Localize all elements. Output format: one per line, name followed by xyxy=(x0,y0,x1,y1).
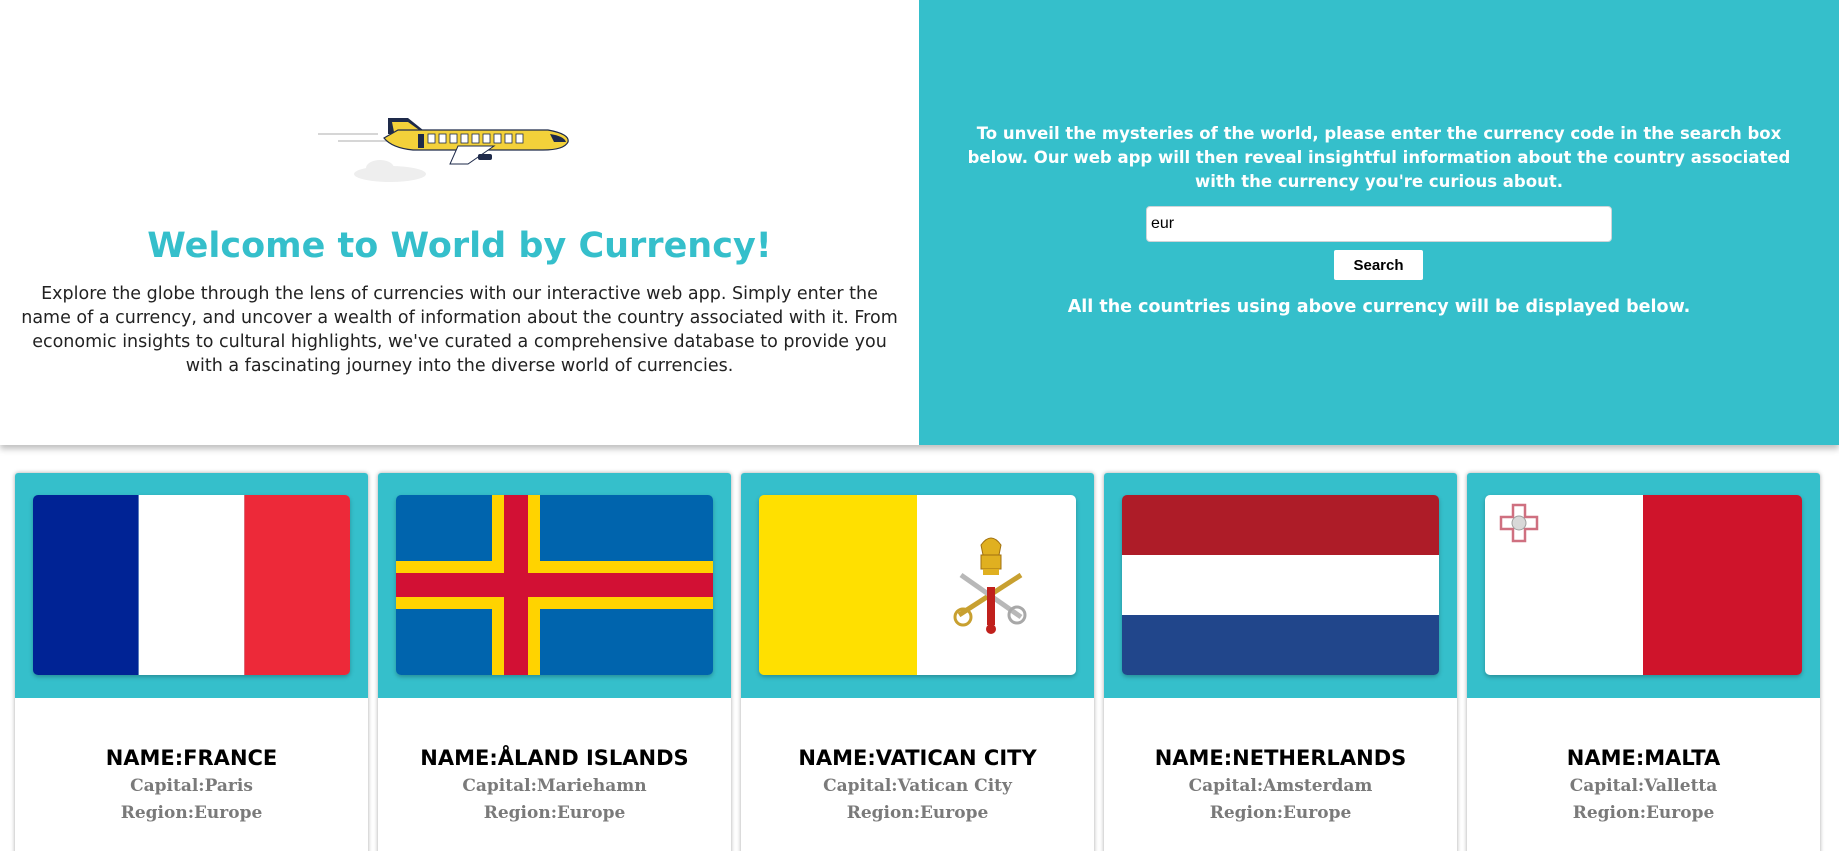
country-region: Region:Europe xyxy=(846,803,989,823)
card-header xyxy=(1104,473,1457,698)
country-card[interactable]: NAME:FRANCE Capital:Paris Region:Europe xyxy=(15,473,368,851)
country-name: NAME:FRANCE xyxy=(105,746,278,770)
search-button[interactable]: Search xyxy=(1334,250,1423,280)
results-note: All the countries using above currency w… xyxy=(1067,297,1691,317)
aland-islands-flag xyxy=(396,495,713,675)
hero-section: Welcome to World by Currency! Explore th… xyxy=(0,0,1839,445)
france-flag xyxy=(33,495,350,675)
airplane-illustration xyxy=(318,118,569,182)
country-region: Region:Europe xyxy=(120,803,263,823)
welcome-panel: Welcome to World by Currency! Explore th… xyxy=(0,0,919,445)
country-capital: Capital:Amsterdam xyxy=(1188,776,1373,796)
country-name: NAME:NETHERLANDS xyxy=(1154,746,1407,770)
country-capital: Capital:Paris xyxy=(130,776,253,796)
card-header xyxy=(378,473,731,698)
welcome-description: Explore the globe through the lens of cu… xyxy=(21,284,898,376)
country-card[interactable]: NAME:MALTA Capital:Valletta Region:Europ… xyxy=(1467,473,1820,851)
country-card[interactable]: NAME:VATICAN CITY Capital:Vatican City R… xyxy=(741,473,1094,851)
search-instructions: To unveil the mysteries of the world, pl… xyxy=(967,124,1791,191)
country-name: NAME:ÅLAND ISLANDS xyxy=(420,746,689,770)
country-name: NAME:MALTA xyxy=(1566,746,1721,770)
country-region: Region:Europe xyxy=(1572,803,1715,823)
country-cards: NAME:FRANCE Capital:Paris Region:Europe … xyxy=(15,473,1825,851)
card-header xyxy=(1467,473,1820,698)
currency-search-input[interactable] xyxy=(1146,206,1612,242)
country-card[interactable]: NAME:NETHERLANDS Capital:Amsterdam Regio… xyxy=(1104,473,1457,851)
card-header xyxy=(15,473,368,698)
country-region: Region:Europe xyxy=(483,803,626,823)
country-card[interactable]: NAME:ÅLAND ISLANDS Capital:Mariehamn Reg… xyxy=(378,473,731,851)
netherlands-flag xyxy=(1122,495,1439,675)
country-capital: Capital:Vatican City xyxy=(823,776,1012,796)
country-name: NAME:VATICAN CITY xyxy=(798,746,1037,770)
vatican-city-flag xyxy=(759,495,1076,675)
country-capital: Capital:Mariehamn xyxy=(462,776,647,796)
welcome-title: Welcome to World by Currency! xyxy=(147,226,772,266)
country-capital: Capital:Valletta xyxy=(1569,776,1718,796)
malta-flag xyxy=(1485,495,1802,675)
search-panel: To unveil the mysteries of the world, pl… xyxy=(919,0,1839,445)
card-header xyxy=(741,473,1094,698)
country-region: Region:Europe xyxy=(1209,803,1352,823)
